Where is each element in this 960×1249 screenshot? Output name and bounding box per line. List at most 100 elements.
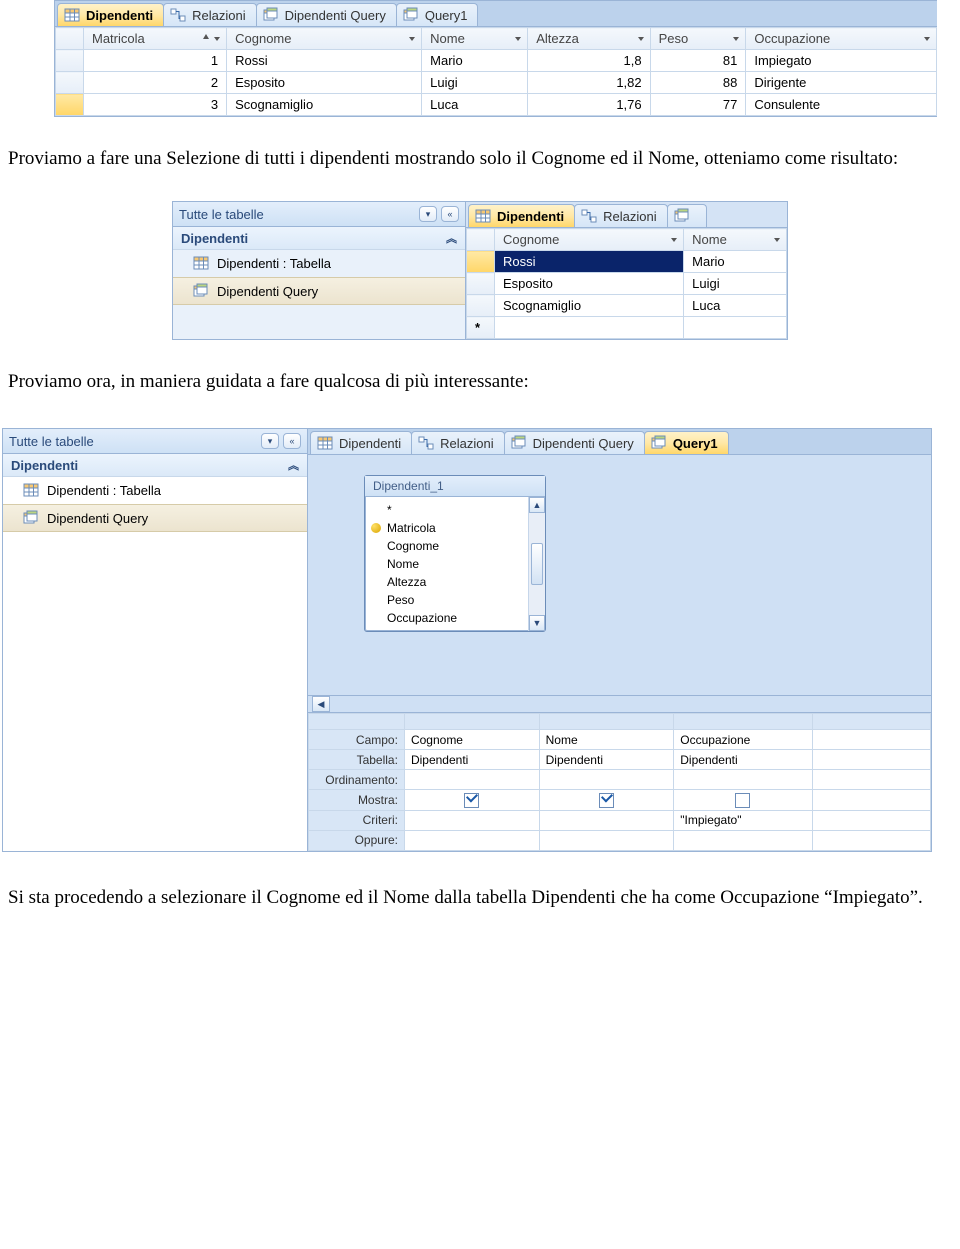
cell[interactable]: Mario (684, 251, 787, 273)
dropdown-icon[interactable] (731, 34, 741, 44)
row-selector[interactable] (56, 72, 84, 94)
scroll-down-icon[interactable]: ▼ (529, 615, 545, 631)
horizontal-scrollbar[interactable]: ◀ (308, 695, 931, 713)
cell[interactable]: Luca (422, 94, 528, 116)
grid-cell[interactable]: "Impiegato" (674, 810, 812, 830)
nav-item[interactable]: Dipendenti : Tabella (3, 477, 307, 504)
nav-item[interactable]: Dipendenti : Tabella (173, 250, 465, 277)
grid-cell[interactable] (812, 770, 930, 790)
field-item[interactable]: Cognome (365, 537, 528, 555)
table-row[interactable]: Scognamiglio Luca (467, 295, 787, 317)
column-selector[interactable] (674, 714, 812, 730)
cell[interactable]: Scognamiglio (227, 94, 422, 116)
select-all-corner[interactable] (467, 229, 495, 251)
cell[interactable]: Esposito (495, 273, 684, 295)
scroll-left-icon[interactable]: ◀ (312, 696, 330, 712)
grid-cell[interactable]: Occupazione (674, 730, 812, 750)
field-list[interactable]: *MatricolaCognomeNomeAltezzaPesoOccupazi… (365, 497, 528, 631)
show-checkbox[interactable] (599, 793, 614, 808)
table-row[interactable]: 3 Scognamiglio Luca 1,76 77 Consulente (56, 94, 937, 116)
dropdown-icon[interactable] (407, 34, 417, 44)
tab-Relazioni[interactable]: Relazioni (574, 204, 667, 227)
cell[interactable]: Rossi (495, 251, 684, 273)
grid-cell[interactable] (539, 810, 674, 830)
cell[interactable]: 3 (84, 94, 227, 116)
table-source-box[interactable]: Dipendenti_1 *MatricolaCognomeNomeAltezz… (364, 475, 546, 632)
row-selector[interactable] (56, 94, 84, 116)
tab-Dipendenti Query[interactable]: Dipendenti Query (256, 3, 397, 26)
tab-Query1[interactable]: Query1 (396, 3, 479, 26)
row-selector[interactable]: * (467, 317, 495, 339)
grid-cell[interactable] (812, 790, 930, 810)
grid-cell[interactable] (539, 830, 674, 850)
tab-Dipendenti[interactable]: Dipendenti (310, 431, 412, 454)
cell[interactable]: 1,8 (528, 50, 650, 72)
cell[interactable]: 2 (84, 72, 227, 94)
show-checkbox[interactable] (464, 793, 479, 808)
nav-header[interactable]: Tutte le tabelle ▾ « (173, 202, 465, 227)
query-result-table[interactable]: CognomeNome Rossi Mario Esposito Luigi S… (466, 228, 787, 339)
cell[interactable]: Scognamiglio (495, 295, 684, 317)
column-header[interactable]: Matricola (84, 28, 227, 50)
cell[interactable] (495, 317, 684, 339)
cell[interactable]: 1,76 (528, 94, 650, 116)
table-row[interactable]: 1 Rossi Mario 1,8 81 Impiegato (56, 50, 937, 72)
cell[interactable]: 81 (650, 50, 746, 72)
grid-cell[interactable] (539, 770, 674, 790)
grid-cell[interactable]: Dipendenti (539, 750, 674, 770)
grid-cell[interactable] (812, 750, 930, 770)
dropdown-icon[interactable] (212, 34, 222, 44)
dropdown-icon[interactable] (513, 34, 523, 44)
dropdown-icon[interactable] (669, 235, 679, 245)
show-checkbox[interactable] (735, 793, 750, 808)
nav-collapse-icon[interactable]: « (283, 433, 301, 449)
column-header[interactable]: Peso (650, 28, 746, 50)
cell[interactable]: Dirigente (746, 72, 937, 94)
tab-Dipendenti[interactable]: Dipendenti (57, 3, 164, 26)
nav-item[interactable]: Dipendenti Query (173, 277, 465, 305)
row-selector[interactable] (56, 50, 84, 72)
column-header[interactable]: Nome (684, 229, 787, 251)
grid-cell[interactable] (404, 790, 539, 810)
dropdown-icon[interactable] (772, 235, 782, 245)
grid-cell[interactable] (674, 790, 812, 810)
tab-Query1[interactable]: Query1 (644, 431, 729, 454)
scroll-up-icon[interactable]: ▲ (529, 497, 545, 513)
table-row[interactable]: Esposito Luigi (467, 273, 787, 295)
tab-Dipendenti[interactable]: Dipendenti (468, 204, 575, 227)
grid-cell[interactable]: Nome (539, 730, 674, 750)
dropdown-icon[interactable] (922, 34, 932, 44)
column-header[interactable]: Cognome (495, 229, 684, 251)
query-design-grid[interactable]: Campo:CognomeNomeOccupazione Tabella:Dip… (308, 713, 931, 850)
nav-collapse-icon[interactable]: « (441, 206, 459, 222)
field-item[interactable]: Occupazione (365, 609, 528, 627)
grid-cell[interactable] (674, 770, 812, 790)
field-item[interactable]: Altezza (365, 573, 528, 591)
cell[interactable]: Mario (422, 50, 528, 72)
cell[interactable] (684, 317, 787, 339)
grid-cell[interactable] (404, 810, 539, 830)
tab-Dipendenti Query[interactable]: Dipendenti Query (504, 431, 645, 454)
grid-cell[interactable]: Dipendenti (404, 750, 539, 770)
cell[interactable]: 1 (84, 50, 227, 72)
field-item[interactable]: Nome (365, 555, 528, 573)
column-header[interactable]: Occupazione (746, 28, 937, 50)
new-row[interactable]: * (467, 317, 787, 339)
column-header[interactable]: Altezza (528, 28, 650, 50)
nav-dropdown-icon[interactable]: ▾ (261, 433, 279, 449)
cell[interactable]: Esposito (227, 72, 422, 94)
column-selector[interactable] (404, 714, 539, 730)
cell[interactable]: Luigi (684, 273, 787, 295)
row-selector[interactable] (467, 251, 495, 273)
cell[interactable]: Consulente (746, 94, 937, 116)
column-selector[interactable] (539, 714, 674, 730)
scroll-thumb[interactable] (531, 543, 543, 585)
tab-tab[interactable] (667, 204, 707, 227)
tab-Relazioni[interactable]: Relazioni (163, 3, 256, 26)
designer-diagram-area[interactable]: Dipendenti_1 *MatricolaCognomeNomeAltezz… (308, 455, 931, 695)
row-selector[interactable] (467, 295, 495, 317)
tab-Relazioni[interactable]: Relazioni (411, 431, 504, 454)
cell[interactable]: Impiegato (746, 50, 937, 72)
select-all-corner[interactable] (56, 28, 84, 50)
nav-header[interactable]: Tutte le tabelle ▾ « (3, 429, 307, 454)
